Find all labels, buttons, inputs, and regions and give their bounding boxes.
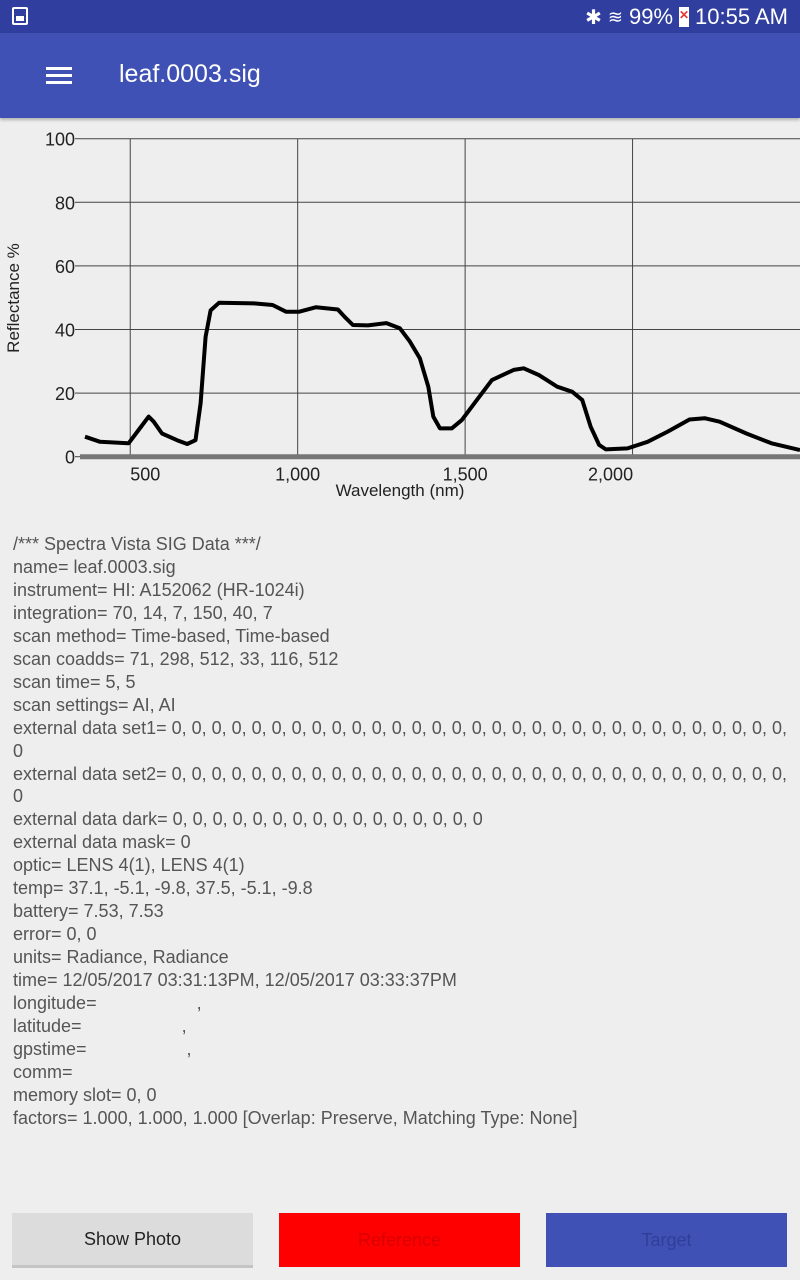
metadata-line: external data set1= 0, 0, 0, 0, 0, 0, 0,… [13,717,793,761]
metadata-line: external data dark= 0, 0, 0, 0, 0, 0, 0,… [13,809,483,830]
metadata-line: comm= [13,1061,73,1082]
reflectance-chart: 020406080100500 1,000 1,500 2,000 Wavelengt… [4,130,800,500]
metadata-text: /*** Spectra Vista SIG Data ***/name= le… [13,533,788,1130]
metadata-line: time= 12/05/2017 03:31:13PM, 12/05/2017 … [13,970,457,991]
wifi-icon: ≋ [607,6,623,27]
y-tick-label: 60 [55,257,75,277]
x-tick-label: 1,000 [275,465,320,485]
metadata-line: /*** Spectra Vista SIG Data ***/ [13,534,261,554]
metadata-line: scan time= 5, 5 [13,671,136,692]
metadata-line: integration= 70, 14, 7, 150, 40, 7 [13,602,273,623]
y-axis-label: Reflectance % [4,243,23,353]
hamburger-menu-icon[interactable] [46,67,72,85]
clock: 10:55 AM [695,4,788,29]
x-tick-label: 500 [130,465,160,485]
bluetooth-icon: ✱ [585,6,602,29]
y-tick-label: 40 [55,321,75,341]
metadata-line: battery= 7.53, 7.53 [13,901,164,922]
page-title: leaf.0003.sig [119,60,261,88]
metadata-line: external data set2= 0, 0, 0, 0, 0, 0, 0,… [13,763,793,807]
battery-icon [679,7,689,27]
metadata-line: memory slot= 0, 0 [13,1084,157,1105]
metadata-line: longitude= , [13,993,202,1014]
metadata-line: gpstime= , [13,1038,192,1059]
metadata-line: scan coadds= 71, 298, 512, 33, 116, 512 [13,648,339,669]
metadata-line: scan method= Time-based, Time-based [13,625,330,646]
y-tick-label: 20 [55,384,75,404]
app-bar: leaf.0003.sig [0,33,800,118]
y-tick-label: 80 [55,193,75,213]
metadata-line: instrument= HI: A152062 (HR-1024i) [13,579,305,600]
show-photo-button[interactable]: Show Photo [12,1213,253,1265]
reference-button[interactable]: Reference [279,1213,520,1267]
gallery-icon [12,7,28,25]
metadata-line: units= Radiance, Radiance [13,947,229,968]
metadata-line: latitude= , [13,1016,187,1037]
y-tick-label: 0 [65,448,75,468]
metadata-line: error= 0, 0 [13,924,97,945]
metadata-line: name= leaf.0003.sig [13,556,176,577]
spectrum-line [84,300,800,452]
status-bar: ✱ ≋ 99% 10:55 AM [0,0,800,33]
metadata-line: external data mask= 0 [13,832,191,853]
battery-percent: 99% [629,4,674,29]
x-tick-label: 2,000 [588,465,633,485]
target-button[interactable]: Target [546,1213,787,1267]
metadata-line: optic= LENS 4(1), LENS 4(1) [13,855,245,876]
metadata-line: scan settings= AI, AI [13,694,176,715]
y-tick-label: 100 [45,130,75,150]
metadata-line: temp= 37.1, -5.1, -9.8, 37.5, -5.1, -9.8 [13,878,313,899]
metadata-line: factors= 1.000, 1.000, 1.000 [Overlap: P… [13,1107,578,1128]
x-axis-label: Wavelength (nm) [336,481,465,500]
